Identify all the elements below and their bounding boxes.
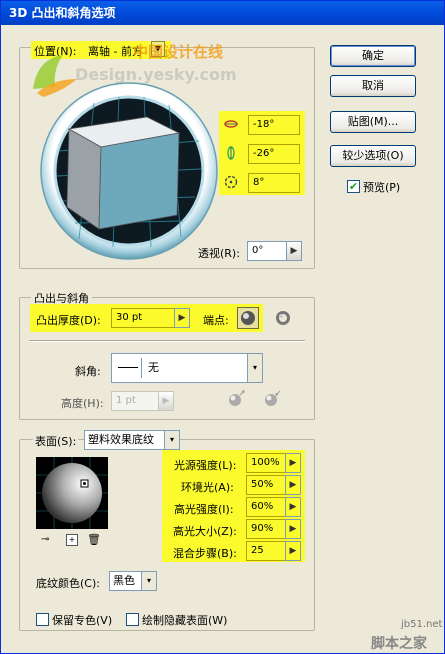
rotate-y-icon	[227, 146, 235, 160]
surface-type-select[interactable]: 塑料效果底纹 ▾	[84, 430, 180, 450]
ok-button[interactable]: 确定	[330, 45, 416, 67]
ambient-input[interactable]: 50%	[246, 475, 286, 495]
rotation-trackball[interactable]	[39, 81, 219, 261]
extrude-depth-input[interactable]: 30 pt	[111, 308, 175, 328]
rotate-x-icon	[224, 120, 238, 128]
height-input[interactable]: 1 pt	[111, 391, 159, 411]
cancel-button[interactable]: 取消	[330, 75, 416, 97]
preview-label: 预览(P)	[363, 181, 401, 194]
highlight-size-input[interactable]: 90%	[246, 519, 286, 539]
bevel-line-icon	[116, 358, 142, 378]
light-back-icon[interactable]: ⊸	[41, 534, 57, 546]
dialog-window: 3D 凸出和斜角选项 位置(N): 离轴 - 前方 ▼ 中国设计在线 Desig…	[0, 0, 445, 654]
footer-watermark-url: jb51.net	[401, 619, 443, 630]
map-art-button[interactable]: 贴图(M)...	[330, 111, 416, 133]
bevel-out-icon[interactable]	[226, 389, 246, 409]
ambient-label: 环境光(A):	[181, 481, 234, 494]
draw-hidden-label: 绘制隐藏表面(W)	[142, 614, 228, 627]
light-intensity-input[interactable]: 100%	[246, 453, 286, 473]
fewer-options-button[interactable]: 较少选项(O)	[330, 145, 416, 167]
lighting-sphere-preview[interactable]	[36, 457, 108, 529]
bevel-label: 斜角:	[75, 365, 101, 378]
rotate-x-input[interactable]: -18°	[248, 115, 300, 135]
ambient-arrow-button[interactable]: ▶	[285, 475, 301, 495]
blend-steps-arrow-button[interactable]: ▶	[285, 541, 301, 561]
perspective-arrow-button[interactable]: ▶	[286, 241, 302, 261]
highlight-intensity-label: 高光强度(I):	[174, 503, 234, 516]
cap-on-icon[interactable]	[237, 307, 259, 329]
extrude-depth-arrow-button[interactable]: ▶	[174, 308, 190, 328]
preserve-spot-checkbox[interactable]	[36, 613, 49, 626]
blend-steps-label: 混合步骤(B):	[173, 547, 237, 560]
extrude-separator	[29, 340, 305, 342]
bevel-in-icon[interactable]	[262, 389, 282, 409]
watermark-line1: 中国设计在线	[133, 43, 224, 61]
shading-color-select[interactable]: 黑色 ▾	[109, 571, 157, 591]
extrude-depth-label: 凸出厚度(D):	[36, 314, 101, 327]
rotate-z-icon	[224, 175, 238, 189]
footer-watermark-name: 脚本之家	[371, 636, 427, 652]
highlight-size-label: 高光大小(Z):	[173, 525, 237, 538]
title-bar: 3D 凸出和斜角选项	[1, 1, 444, 25]
bevel-value: 无	[148, 361, 159, 374]
highlight-intensity-input[interactable]: 60%	[246, 497, 286, 517]
perspective-input[interactable]: 0°	[247, 241, 287, 261]
height-arrow-button[interactable]: ▶	[158, 391, 174, 411]
shading-color-label: 底纹颜色(C):	[36, 577, 100, 590]
bevel-dropdown-icon[interactable]: ▾	[247, 354, 262, 382]
bevel-select[interactable]: 无 ▾	[111, 353, 263, 383]
trash-icon[interactable]: 🗑	[87, 533, 101, 546]
preview-checkbox[interactable]: ✔	[347, 180, 360, 193]
light-intensity-arrow-button[interactable]: ▶	[285, 453, 301, 473]
rotate-y-input[interactable]: -26°	[248, 144, 300, 164]
cap-label: 端点:	[203, 314, 229, 327]
height-label: 高度(H):	[61, 397, 104, 410]
shading-color-value: 黑色	[113, 574, 135, 587]
surface-dropdown-icon[interactable]: ▾	[164, 431, 179, 449]
highlight-intensity-arrow-button[interactable]: ▶	[285, 497, 301, 517]
perspective-label: 透视(R):	[198, 247, 240, 260]
preserve-spot-label: 保留专色(V)	[52, 614, 113, 627]
light-intensity-label: 光源强度(L):	[174, 459, 237, 472]
blend-steps-input[interactable]: 25	[246, 541, 286, 561]
rotate-z-input[interactable]: 8°	[248, 173, 300, 193]
new-light-icon[interactable]: +	[66, 534, 78, 546]
draw-hidden-checkbox[interactable]	[126, 613, 139, 626]
cap-off-icon[interactable]	[274, 309, 292, 327]
surface-type-value: 塑料效果底纹	[88, 433, 154, 446]
shading-color-dropdown-icon[interactable]: ▾	[141, 572, 156, 590]
surface-label: 表面(S):	[33, 433, 79, 449]
highlight-size-arrow-button[interactable]: ▶	[285, 519, 301, 539]
